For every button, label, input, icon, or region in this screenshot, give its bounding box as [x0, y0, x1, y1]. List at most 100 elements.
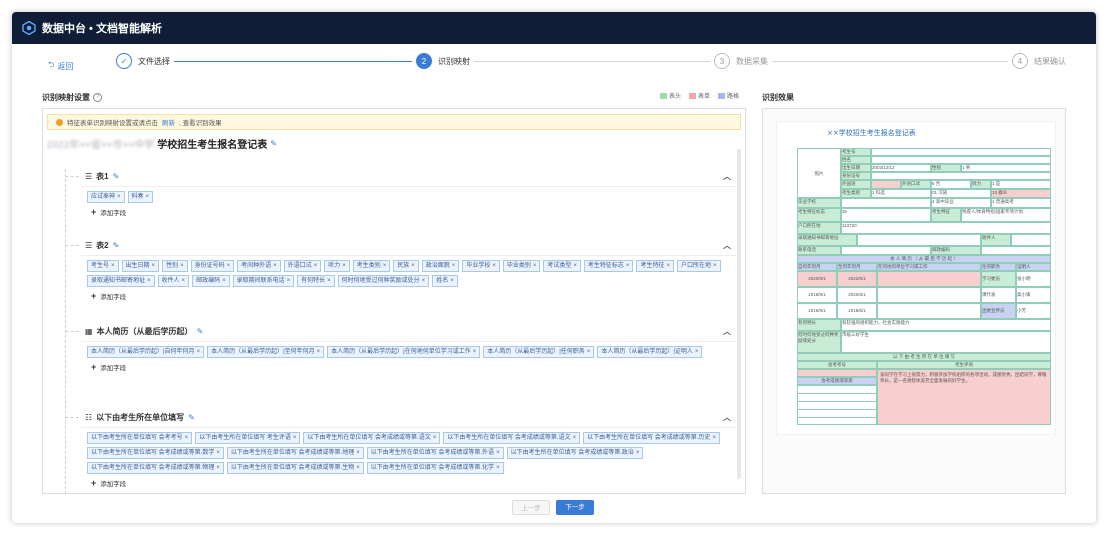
next-button[interactable]: 下一步	[556, 500, 594, 515]
close-icon[interactable]: ×	[573, 435, 577, 441]
field-tag[interactable]: 民族 ×	[393, 260, 419, 272]
field-tag[interactable]: 本人简历（从最后学历起）|自何年何月 ×	[87, 346, 205, 358]
field-tag[interactable]: 何时何地受过何种奖励或处分 ×	[337, 275, 430, 287]
add-field-button[interactable]: + 添加字段	[81, 358, 739, 372]
field-tag[interactable]: 以下由考生所在单位填写 会考成绩或等第.物理 ×	[87, 462, 224, 474]
field-tag[interactable]: 考间种外语 ×	[237, 260, 281, 272]
close-icon[interactable]: ×	[695, 349, 699, 355]
close-icon[interactable]: ×	[227, 263, 231, 269]
close-icon[interactable]: ×	[383, 263, 387, 269]
back-button[interactable]: ⮌ 返回	[48, 59, 73, 73]
close-icon[interactable]: ×	[216, 450, 220, 456]
close-icon[interactable]: ×	[146, 194, 150, 200]
close-icon[interactable]: ×	[111, 263, 115, 269]
field-tag[interactable]: 应试奉神 ×	[87, 191, 125, 203]
add-field-button[interactable]: + 添加字段	[81, 287, 739, 301]
edit-icon[interactable]: ✎	[188, 413, 195, 422]
close-icon[interactable]: ×	[450, 278, 454, 284]
add-field-button[interactable]: + 添加字段	[81, 474, 739, 488]
field-tag[interactable]: 出生日期 ×	[121, 260, 160, 272]
close-icon[interactable]: ×	[713, 263, 717, 269]
document-preview[interactable]: ××学校招生考生报名登记表 照片 考生号 姓名 出生日期 2003/12/12 …	[776, 121, 1056, 435]
field-tag[interactable]: 本人简历（从最后学历起）|在何地何单位学习或工作 ×	[327, 346, 481, 358]
close-icon[interactable]: ×	[273, 263, 277, 269]
close-icon[interactable]: ×	[182, 278, 186, 284]
chevron-up-icon[interactable]: ︿	[723, 326, 731, 337]
close-icon[interactable]: ×	[636, 450, 640, 456]
close-icon[interactable]: ×	[314, 263, 318, 269]
edit-icon[interactable]: ✎	[113, 241, 120, 250]
field-tag[interactable]: 以下由考生所在单位填写 会考成绩或等第.语文 ×	[443, 432, 581, 444]
close-icon[interactable]: ×	[492, 263, 496, 269]
field-tag[interactable]: 有何特长 ×	[297, 275, 335, 287]
field-tag[interactable]: 身份证号码 ×	[190, 260, 235, 272]
close-icon[interactable]: ×	[197, 349, 201, 355]
close-icon[interactable]: ×	[293, 435, 297, 441]
group-header[interactable]: ☰ 表2 ✎ ︿	[81, 236, 739, 256]
close-icon[interactable]: ×	[496, 465, 500, 471]
field-tag[interactable]: 考生特征 ×	[636, 260, 674, 272]
close-icon[interactable]: ×	[180, 263, 184, 269]
field-tag[interactable]: 以下由考生所在单位填写 会考成绩或等第.地理 ×	[226, 447, 364, 459]
close-icon[interactable]: ×	[452, 263, 456, 269]
field-tag[interactable]: 性别 ×	[162, 260, 188, 272]
chevron-up-icon[interactable]: ︿	[723, 171, 731, 182]
field-tag[interactable]: 录取期间联系电话 ×	[232, 275, 295, 287]
close-icon[interactable]: ×	[317, 349, 321, 355]
field-tag[interactable]: 考生特征标志 ×	[583, 260, 634, 272]
field-tag[interactable]: 以下由考生所在单位填写 会考成绩或等第.语文 ×	[303, 432, 441, 444]
close-icon[interactable]: ×	[342, 263, 346, 269]
group-header[interactable]: ☰ 表1 ✎ ︿	[81, 167, 739, 187]
close-icon[interactable]: ×	[356, 450, 360, 456]
step-file-select[interactable]: ✓ 文件选择	[116, 53, 170, 69]
field-tag[interactable]: 本人简历（从最后学历起）|至何年何月 ×	[207, 346, 325, 358]
field-tag[interactable]: 毕业类别 ×	[502, 260, 541, 272]
close-icon[interactable]: ×	[666, 263, 670, 269]
close-icon[interactable]: ×	[433, 435, 437, 441]
step-mapping[interactable]: 2 识别映射	[416, 53, 470, 69]
add-field-button[interactable]: + 添加字段	[81, 203, 739, 217]
field-tag[interactable]: 考生类别 ×	[352, 260, 391, 272]
field-tag[interactable]: 毕业学校 ×	[462, 260, 500, 272]
refresh-link[interactable]: 刷新	[162, 117, 175, 127]
field-tag[interactable]: 以下由考生所在单位填写 会考考号 ×	[87, 432, 193, 444]
field-tag[interactable]: 以下由考生所在单位填写 会考成绩或等第.历史 ×	[583, 432, 720, 444]
field-tag[interactable]: 外语口试 ×	[283, 260, 322, 272]
edit-icon[interactable]: ✎	[113, 172, 120, 181]
close-icon[interactable]: ×	[327, 278, 331, 284]
field-tag[interactable]: 以下由考生所在单位填写 会考成绩或等第.数学 ×	[87, 447, 224, 459]
field-tag[interactable]: 考生号 ×	[87, 260, 119, 272]
chevron-up-icon[interactable]: ︿	[723, 412, 731, 423]
field-tag[interactable]: 本人简历（从最后学历起）|任何职务 ×	[483, 346, 595, 358]
close-icon[interactable]: ×	[216, 465, 220, 471]
close-icon[interactable]: ×	[287, 278, 291, 284]
close-icon[interactable]: ×	[152, 263, 156, 269]
field-tag[interactable]: 考试类型 ×	[543, 260, 581, 272]
close-icon[interactable]: ×	[496, 450, 500, 456]
field-tag[interactable]: 以下由考生所在单位填写 会考成绩或等第.生物 ×	[226, 462, 364, 474]
close-icon[interactable]: ×	[222, 278, 226, 284]
group-header[interactable]: ▦ 本人简历（从最后学历起） ✎ ︿	[81, 322, 739, 342]
field-tag[interactable]: 以下由考生所在单位填写 会考成绩或等第.政治 ×	[506, 447, 644, 459]
field-tag[interactable]: 姓名 ×	[432, 275, 458, 287]
field-tag[interactable]: 政治面貌 ×	[421, 260, 460, 272]
step-collection[interactable]: 3 数据采集	[714, 53, 768, 69]
prev-button[interactable]: 上一步	[512, 500, 550, 515]
close-icon[interactable]: ×	[147, 278, 151, 284]
field-tag[interactable]: 以下由考生所在单位填写 会考成绩或等第.化学 ×	[366, 462, 504, 474]
chevron-up-icon[interactable]: ︿	[723, 240, 731, 251]
close-icon[interactable]: ×	[411, 263, 415, 269]
field-tag[interactable]: 邮政编码 ×	[192, 275, 230, 287]
field-tag[interactable]: 听力 ×	[324, 260, 350, 272]
edit-icon[interactable]: ✎	[270, 139, 277, 148]
close-icon[interactable]: ×	[356, 465, 360, 471]
close-icon[interactable]: ×	[573, 263, 577, 269]
field-tag[interactable]: 收件人 ×	[157, 275, 190, 287]
close-icon[interactable]: ×	[626, 263, 630, 269]
close-icon[interactable]: ×	[117, 194, 121, 200]
close-icon[interactable]: ×	[422, 278, 426, 284]
close-icon[interactable]: ×	[533, 263, 537, 269]
question-icon[interactable]: ?	[93, 93, 102, 102]
close-icon[interactable]: ×	[185, 435, 189, 441]
field-tag[interactable]: 户口所在地 ×	[676, 260, 721, 272]
